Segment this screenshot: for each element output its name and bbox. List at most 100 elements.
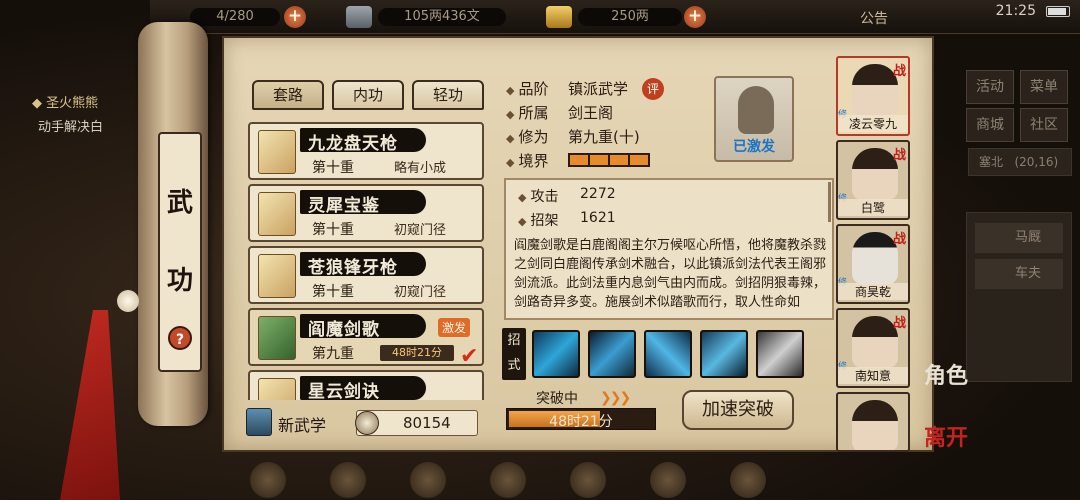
nav-icon[interactable] bbox=[570, 462, 606, 498]
tab-routines[interactable]: 套路 bbox=[252, 80, 324, 110]
battle-badge: 战 bbox=[892, 148, 906, 163]
skill-list: 九龙盘天枪 第十重 略有小成 灵犀宝鉴 第十重 初窥门径 苍狼锋牙枪 第十重 初… bbox=[248, 122, 484, 400]
character-portrait bbox=[852, 148, 898, 200]
breakthrough-label: 突破中 bbox=[536, 391, 578, 407]
scroll-points-icon bbox=[355, 411, 379, 435]
silver-display: 105两436文 bbox=[378, 8, 506, 26]
menu-button[interactable]: 菜单 bbox=[1020, 70, 1068, 104]
battle-badge: 战 bbox=[892, 232, 906, 247]
character-portrait bbox=[852, 400, 898, 450]
character-name: 商昊乾 bbox=[838, 283, 908, 300]
activated-status: 已激发 bbox=[733, 139, 775, 155]
sword-move-icon[interactable] bbox=[756, 330, 804, 378]
nav-icon[interactable] bbox=[730, 462, 766, 498]
new-book-icon bbox=[246, 408, 272, 436]
skill-level: 第九重 bbox=[312, 346, 354, 362]
cultivation-row: ◆ 修为 第九重(十) bbox=[506, 128, 640, 146]
nav-icon[interactable] bbox=[490, 462, 526, 498]
skill-level: 第十重 bbox=[312, 160, 354, 176]
silver-icon bbox=[346, 6, 372, 28]
skill-points-display: 80154 bbox=[355, 410, 478, 436]
skill-stage: 略有小成 bbox=[394, 161, 447, 176]
role-label[interactable]: 角色 bbox=[924, 358, 968, 390]
realm-bar bbox=[568, 153, 650, 167]
activity-button[interactable]: 活动 bbox=[966, 70, 1014, 104]
battery-icon bbox=[1046, 6, 1070, 17]
npc-coachman[interactable]: 车夫 bbox=[975, 259, 1063, 289]
moves-label: 招式 bbox=[502, 328, 526, 380]
skill-book-icon bbox=[258, 316, 296, 360]
npc-list: 马厩 车夫 bbox=[966, 212, 1072, 382]
add-capacity-button[interactable]: + bbox=[284, 6, 306, 28]
tab-lightness-skill[interactable]: 轻功 bbox=[412, 80, 484, 110]
character-portrait bbox=[852, 232, 898, 284]
realm-row: ◆ 境界 bbox=[506, 150, 650, 171]
skill-name: 阎魔剑歌 bbox=[308, 320, 380, 340]
shop-button[interactable]: 商城 bbox=[966, 108, 1014, 142]
announcement-button[interactable]: 公告 bbox=[860, 8, 888, 28]
skill-item[interactable]: 九龙盘天枪 第十重 略有小成 bbox=[248, 122, 484, 180]
nav-icon[interactable] bbox=[330, 462, 366, 498]
review-badge[interactable]: 评 bbox=[642, 78, 664, 100]
skill-name: 星云剑诀 bbox=[308, 382, 380, 400]
sword-move-icon[interactable] bbox=[588, 330, 636, 378]
parry-stat: ◆ 招架 1621 bbox=[518, 210, 616, 229]
character-card[interactable]: 战 修 白鹭 bbox=[836, 140, 910, 220]
tab-inner-skill[interactable]: 内功 bbox=[332, 80, 404, 110]
martial-arts-panel: 套路 内功 轻功 九龙盘天枪 第十重 略有小成 灵犀宝鉴 第十重 初窥门径 苍狼… bbox=[222, 36, 934, 452]
battle-badge: 战 bbox=[892, 64, 906, 79]
description-box: ◆ 攻击 2272 ◆ 招架 1621 阎魔剑歌是白鹿阁阁主尔万候呕心所悟，他将魔教… bbox=[504, 178, 834, 320]
character-card[interactable]: 战 修 南知意 bbox=[836, 308, 910, 388]
checkmark-icon: ✔ bbox=[460, 344, 479, 369]
sword-move-icon[interactable] bbox=[700, 330, 748, 378]
bottom-nav bbox=[180, 458, 800, 499]
monk-figure-icon bbox=[738, 86, 774, 134]
nav-icon[interactable] bbox=[410, 462, 446, 498]
progress-arrows-icon: ❯❯❯ bbox=[600, 390, 631, 406]
grade-row: ◆ 品阶 镇派武学 评 bbox=[506, 78, 664, 100]
clock: 21:25 bbox=[995, 3, 1036, 19]
jade-bead-icon bbox=[117, 290, 139, 312]
help-icon[interactable]: ? bbox=[168, 326, 192, 350]
character-card[interactable]: 战 修 凌云零九 bbox=[836, 56, 910, 136]
nav-icon[interactable] bbox=[650, 462, 686, 498]
location-display: 塞北 (20,16) bbox=[968, 148, 1072, 176]
skill-item[interactable]: 灵犀宝鉴 第十重 初窥门径 bbox=[248, 184, 484, 242]
skill-name: 九龙盘天枪 bbox=[308, 134, 398, 154]
sword-move-icon[interactable] bbox=[532, 330, 580, 378]
character-card[interactable] bbox=[836, 392, 910, 452]
skill-name: 苍狼锋牙枪 bbox=[308, 258, 398, 278]
skill-item[interactable]: 苍狼锋牙枪 第十重 初窥门径 bbox=[248, 246, 484, 304]
battle-badge: 战 bbox=[892, 316, 906, 331]
speed-breakthrough-button[interactable]: 加速突破 bbox=[682, 390, 794, 430]
character-portrait bbox=[852, 316, 898, 368]
nav-icon[interactable] bbox=[250, 462, 286, 498]
skill-portrait: 已激发 bbox=[714, 76, 794, 162]
activated-badge: 激发 bbox=[438, 318, 471, 337]
add-gold-button[interactable]: + bbox=[684, 6, 706, 28]
skill-level: 第十重 bbox=[312, 284, 354, 300]
skill-item-selected[interactable]: 阎魔剑歌 激发 第九重 48时21分 ✔ bbox=[248, 308, 484, 369]
gold-icon bbox=[546, 6, 572, 28]
skill-stage: 初窥门径 bbox=[394, 285, 447, 300]
character-portrait bbox=[852, 64, 898, 116]
sect-row: ◆ 所属 剑王阁 bbox=[506, 104, 614, 122]
description-scrollbar[interactable] bbox=[828, 182, 831, 222]
community-button[interactable]: 社区 bbox=[1020, 108, 1068, 142]
gold-display: 250两 bbox=[578, 8, 682, 26]
skill-book-icon bbox=[258, 130, 296, 174]
sword-move-icon[interactable] bbox=[644, 330, 692, 378]
skill-book-icon bbox=[258, 378, 296, 400]
skill-book-icon bbox=[258, 192, 296, 236]
quest-title[interactable]: ◆ 圣火熊熊 bbox=[32, 92, 98, 111]
skill-stage: 初窥门径 bbox=[394, 223, 447, 238]
quest-desc: 动手解决白 bbox=[38, 120, 104, 135]
character-name: 白鹭 bbox=[838, 199, 908, 216]
npc-stable[interactable]: 马厩 bbox=[975, 223, 1063, 253]
character-name: 凌云零九 bbox=[838, 115, 908, 132]
skill-item[interactable]: 星云剑诀 bbox=[248, 370, 484, 400]
capacity-display: 4/280 bbox=[190, 8, 280, 26]
character-name: 南知意 bbox=[838, 367, 908, 384]
character-card[interactable]: 战 修 商昊乾 bbox=[836, 224, 910, 304]
leave-button[interactable]: 离开 bbox=[924, 420, 968, 452]
